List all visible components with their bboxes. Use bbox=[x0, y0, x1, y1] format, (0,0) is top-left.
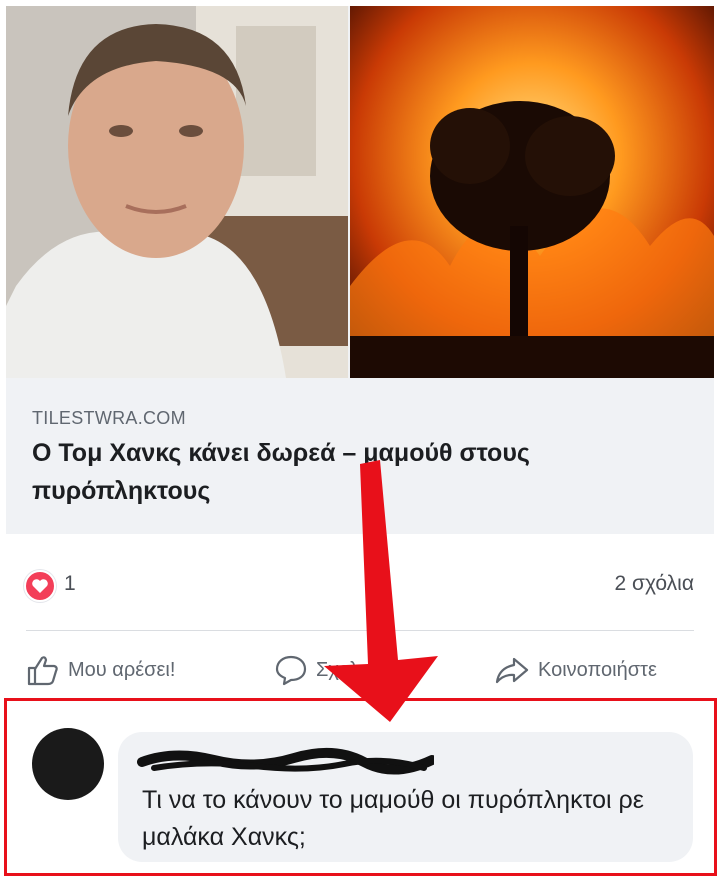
comment-text: Τι να το κάνουν το μαμούθ οι πυρόπληκτοι… bbox=[142, 786, 644, 851]
link-domain: TILESTWRA.COM bbox=[32, 408, 186, 428]
divider bbox=[26, 630, 694, 631]
actor-photo bbox=[6, 6, 348, 378]
share-label: Κοινοποιήστε bbox=[538, 658, 657, 681]
link-preview[interactable]: TILESTWRA.COM Ο Τομ Χανκς κάνει δωρεά – … bbox=[6, 6, 714, 534]
like-label: Μου αρέσει! bbox=[68, 658, 176, 681]
speech-bubble-icon bbox=[275, 655, 307, 686]
comment-bubble: Τι να το κάνουν το μαμούθ οι πυρόπληκτοι… bbox=[118, 732, 693, 862]
facebook-post: TILESTWRA.COM Ο Τομ Χανκς κάνει δωρεά – … bbox=[0, 0, 720, 880]
share-button[interactable]: Κοινοποιήστε bbox=[494, 652, 718, 688]
like-button[interactable]: Μου αρέσει! bbox=[26, 652, 175, 688]
reactions-bar: 1 2 σχόλια bbox=[0, 560, 720, 608]
love-reaction-icon[interactable] bbox=[24, 570, 56, 602]
commenter-avatar[interactable] bbox=[32, 728, 104, 800]
comment-count[interactable]: 2 σχόλια bbox=[614, 572, 694, 596]
link-headline[interactable]: Ο Τομ Χανκς κάνει δωρεά – μαμούθ στους π… bbox=[32, 434, 682, 510]
comment-label: Σχολιάστε bbox=[316, 658, 405, 681]
redacted-author-name bbox=[137, 747, 434, 775]
wildfire-photo bbox=[350, 6, 714, 378]
action-bar: Μου αρέσει! Σχολιάστε Κοινοποιήστε bbox=[0, 640, 720, 696]
reaction-count[interactable]: 1 bbox=[64, 572, 76, 596]
share-arrow-icon bbox=[495, 657, 529, 684]
thumbs-up-icon bbox=[27, 656, 58, 686]
comment-button[interactable]: Σχολιάστε bbox=[274, 652, 404, 688]
